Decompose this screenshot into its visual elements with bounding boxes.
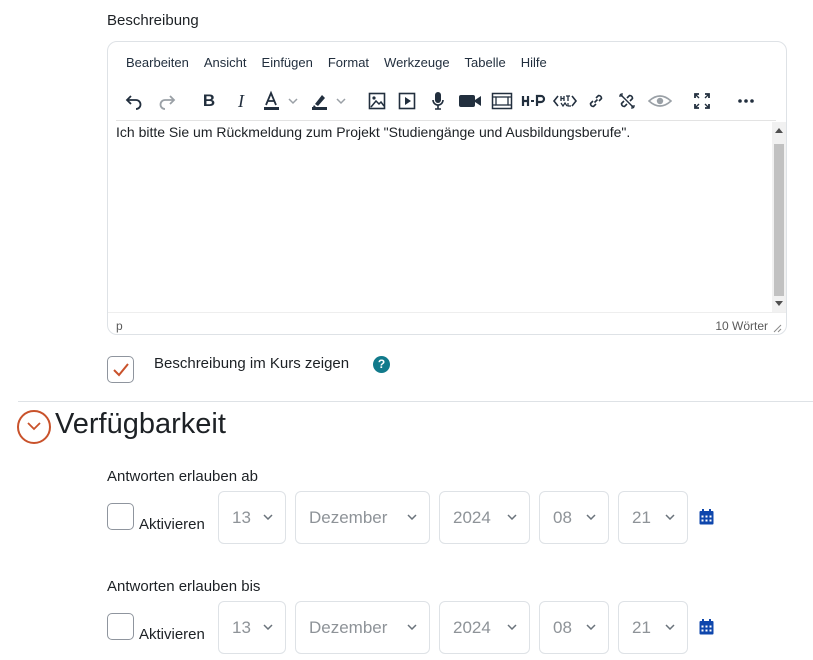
link-button[interactable] <box>585 88 607 114</box>
italic-button[interactable]: I <box>230 88 252 114</box>
media-button[interactable] <box>396 88 418 114</box>
chevron-down-icon <box>407 624 417 630</box>
section-divider <box>18 401 813 402</box>
redo-button[interactable] <box>155 88 179 114</box>
allow-from-enable-checkbox[interactable] <box>107 503 134 530</box>
editor-content[interactable]: Ich bitte Sie um Rückmeldung zum Projekt… <box>108 122 772 312</box>
menu-view[interactable]: Ansicht <box>204 55 247 73</box>
chevron-down-icon <box>665 624 675 630</box>
menu-edit[interactable]: Bearbeiten <box>126 55 189 73</box>
scrollbar-thumb[interactable] <box>774 144 784 296</box>
allow-until-month-select[interactable]: Dezember <box>295 601 430 654</box>
editor-toolbar: B I <box>108 88 786 114</box>
chevron-down-icon <box>263 514 273 520</box>
allow-until-year-select[interactable]: 2024 <box>439 601 530 654</box>
editor-statusbar: p 10 Wörter <box>108 312 786 336</box>
undo-icon <box>125 95 142 110</box>
italic-icon: I <box>238 90 244 111</box>
more-icon <box>738 99 754 103</box>
allow-from-label: Antworten erlauben ab <box>107 468 258 485</box>
record-video-button[interactable] <box>457 88 483 114</box>
rich-text-editor: Bearbeiten Ansicht Einfügen Format Werkz… <box>107 41 787 335</box>
allow-from-hour-select[interactable]: 08 <box>539 491 609 544</box>
more-button[interactable] <box>735 88 757 114</box>
allow-until-hour-select[interactable]: 08 <box>539 601 609 654</box>
record-audio-icon <box>432 92 444 110</box>
html-button[interactable] <box>552 88 578 114</box>
menu-help[interactable]: Hilfe <box>521 55 547 73</box>
editor-scrollbar[interactable] <box>772 122 786 312</box>
highlight-color-button[interactable] <box>308 88 350 114</box>
allow-until-day-select[interactable]: 13 <box>218 601 286 654</box>
unlink-icon <box>619 93 635 109</box>
chevron-down-icon <box>407 514 417 520</box>
scroll-up-icon[interactable] <box>775 128 783 133</box>
image-button[interactable] <box>366 88 388 114</box>
resize-handle-icon[interactable] <box>773 324 782 333</box>
word-count: 10 Wörter <box>715 319 768 333</box>
checkmark-icon <box>113 363 129 377</box>
h5p-button[interactable] <box>521 88 547 114</box>
preview-icon <box>648 95 672 107</box>
menu-tools[interactable]: Werkzeuge <box>384 55 450 73</box>
html-icon <box>552 95 578 108</box>
calendar-icon[interactable] <box>699 619 714 635</box>
help-icon[interactable]: ? <box>373 356 390 373</box>
chevron-down-icon <box>507 624 517 630</box>
allow-until-enable-label: Aktivieren <box>139 626 205 643</box>
bold-button[interactable]: B <box>198 88 220 114</box>
allow-from-year-select[interactable]: 2024 <box>439 491 530 544</box>
collapse-toggle-button[interactable] <box>17 410 51 444</box>
chevron-down-icon <box>27 422 41 431</box>
show-in-course-checkbox[interactable] <box>107 356 134 383</box>
record-audio-button[interactable] <box>428 88 448 114</box>
allow-from-minute-select[interactable]: 21 <box>618 491 688 544</box>
fullscreen-icon <box>694 93 710 109</box>
menu-format[interactable]: Format <box>328 55 369 73</box>
menu-table[interactable]: Tabelle <box>465 55 506 73</box>
element-path[interactable]: p <box>116 319 123 333</box>
bold-icon: B <box>202 91 216 110</box>
calendar-icon[interactable] <box>699 509 714 525</box>
h5p-icon <box>521 94 546 106</box>
unlink-button[interactable] <box>616 88 638 114</box>
highlight-color-icon <box>312 95 346 110</box>
media-icon <box>398 92 416 110</box>
allow-from-enable-label: Aktivieren <box>139 516 205 533</box>
toolbar-divider <box>116 120 776 121</box>
fullscreen-button[interactable] <box>691 88 713 114</box>
image-icon <box>368 92 386 110</box>
text-color-button[interactable] <box>260 88 302 114</box>
redo-icon <box>159 95 176 110</box>
allow-until-label: Antworten erlauben bis <box>107 578 261 595</box>
record-video-icon <box>459 95 481 107</box>
link-icon <box>589 94 603 108</box>
show-in-course-label: Beschreibung im Kurs zeigen <box>154 355 350 372</box>
allow-until-minute-select[interactable]: 21 <box>618 601 688 654</box>
chevron-down-icon <box>507 514 517 520</box>
section-title: Verfügbarkeit <box>55 408 226 440</box>
menu-insert[interactable]: Einfügen <box>262 55 313 73</box>
chevron-down-icon <box>263 624 273 630</box>
undo-button[interactable] <box>122 88 146 114</box>
text-color-icon <box>264 90 298 110</box>
description-label: Beschreibung <box>107 12 199 29</box>
allow-until-enable-checkbox[interactable] <box>107 613 134 640</box>
chevron-down-icon <box>586 624 596 630</box>
manage-files-button[interactable] <box>490 88 514 114</box>
allow-from-day-select[interactable]: 13 <box>218 491 286 544</box>
chevron-down-icon <box>586 514 596 520</box>
preview-button[interactable] <box>647 88 673 114</box>
editor-menubar: Bearbeiten Ansicht Einfügen Format Werkz… <box>126 55 562 73</box>
scroll-down-icon[interactable] <box>775 301 783 306</box>
allow-from-month-select[interactable]: Dezember <box>295 491 430 544</box>
chevron-down-icon <box>665 514 675 520</box>
manage-files-icon <box>491 92 513 110</box>
